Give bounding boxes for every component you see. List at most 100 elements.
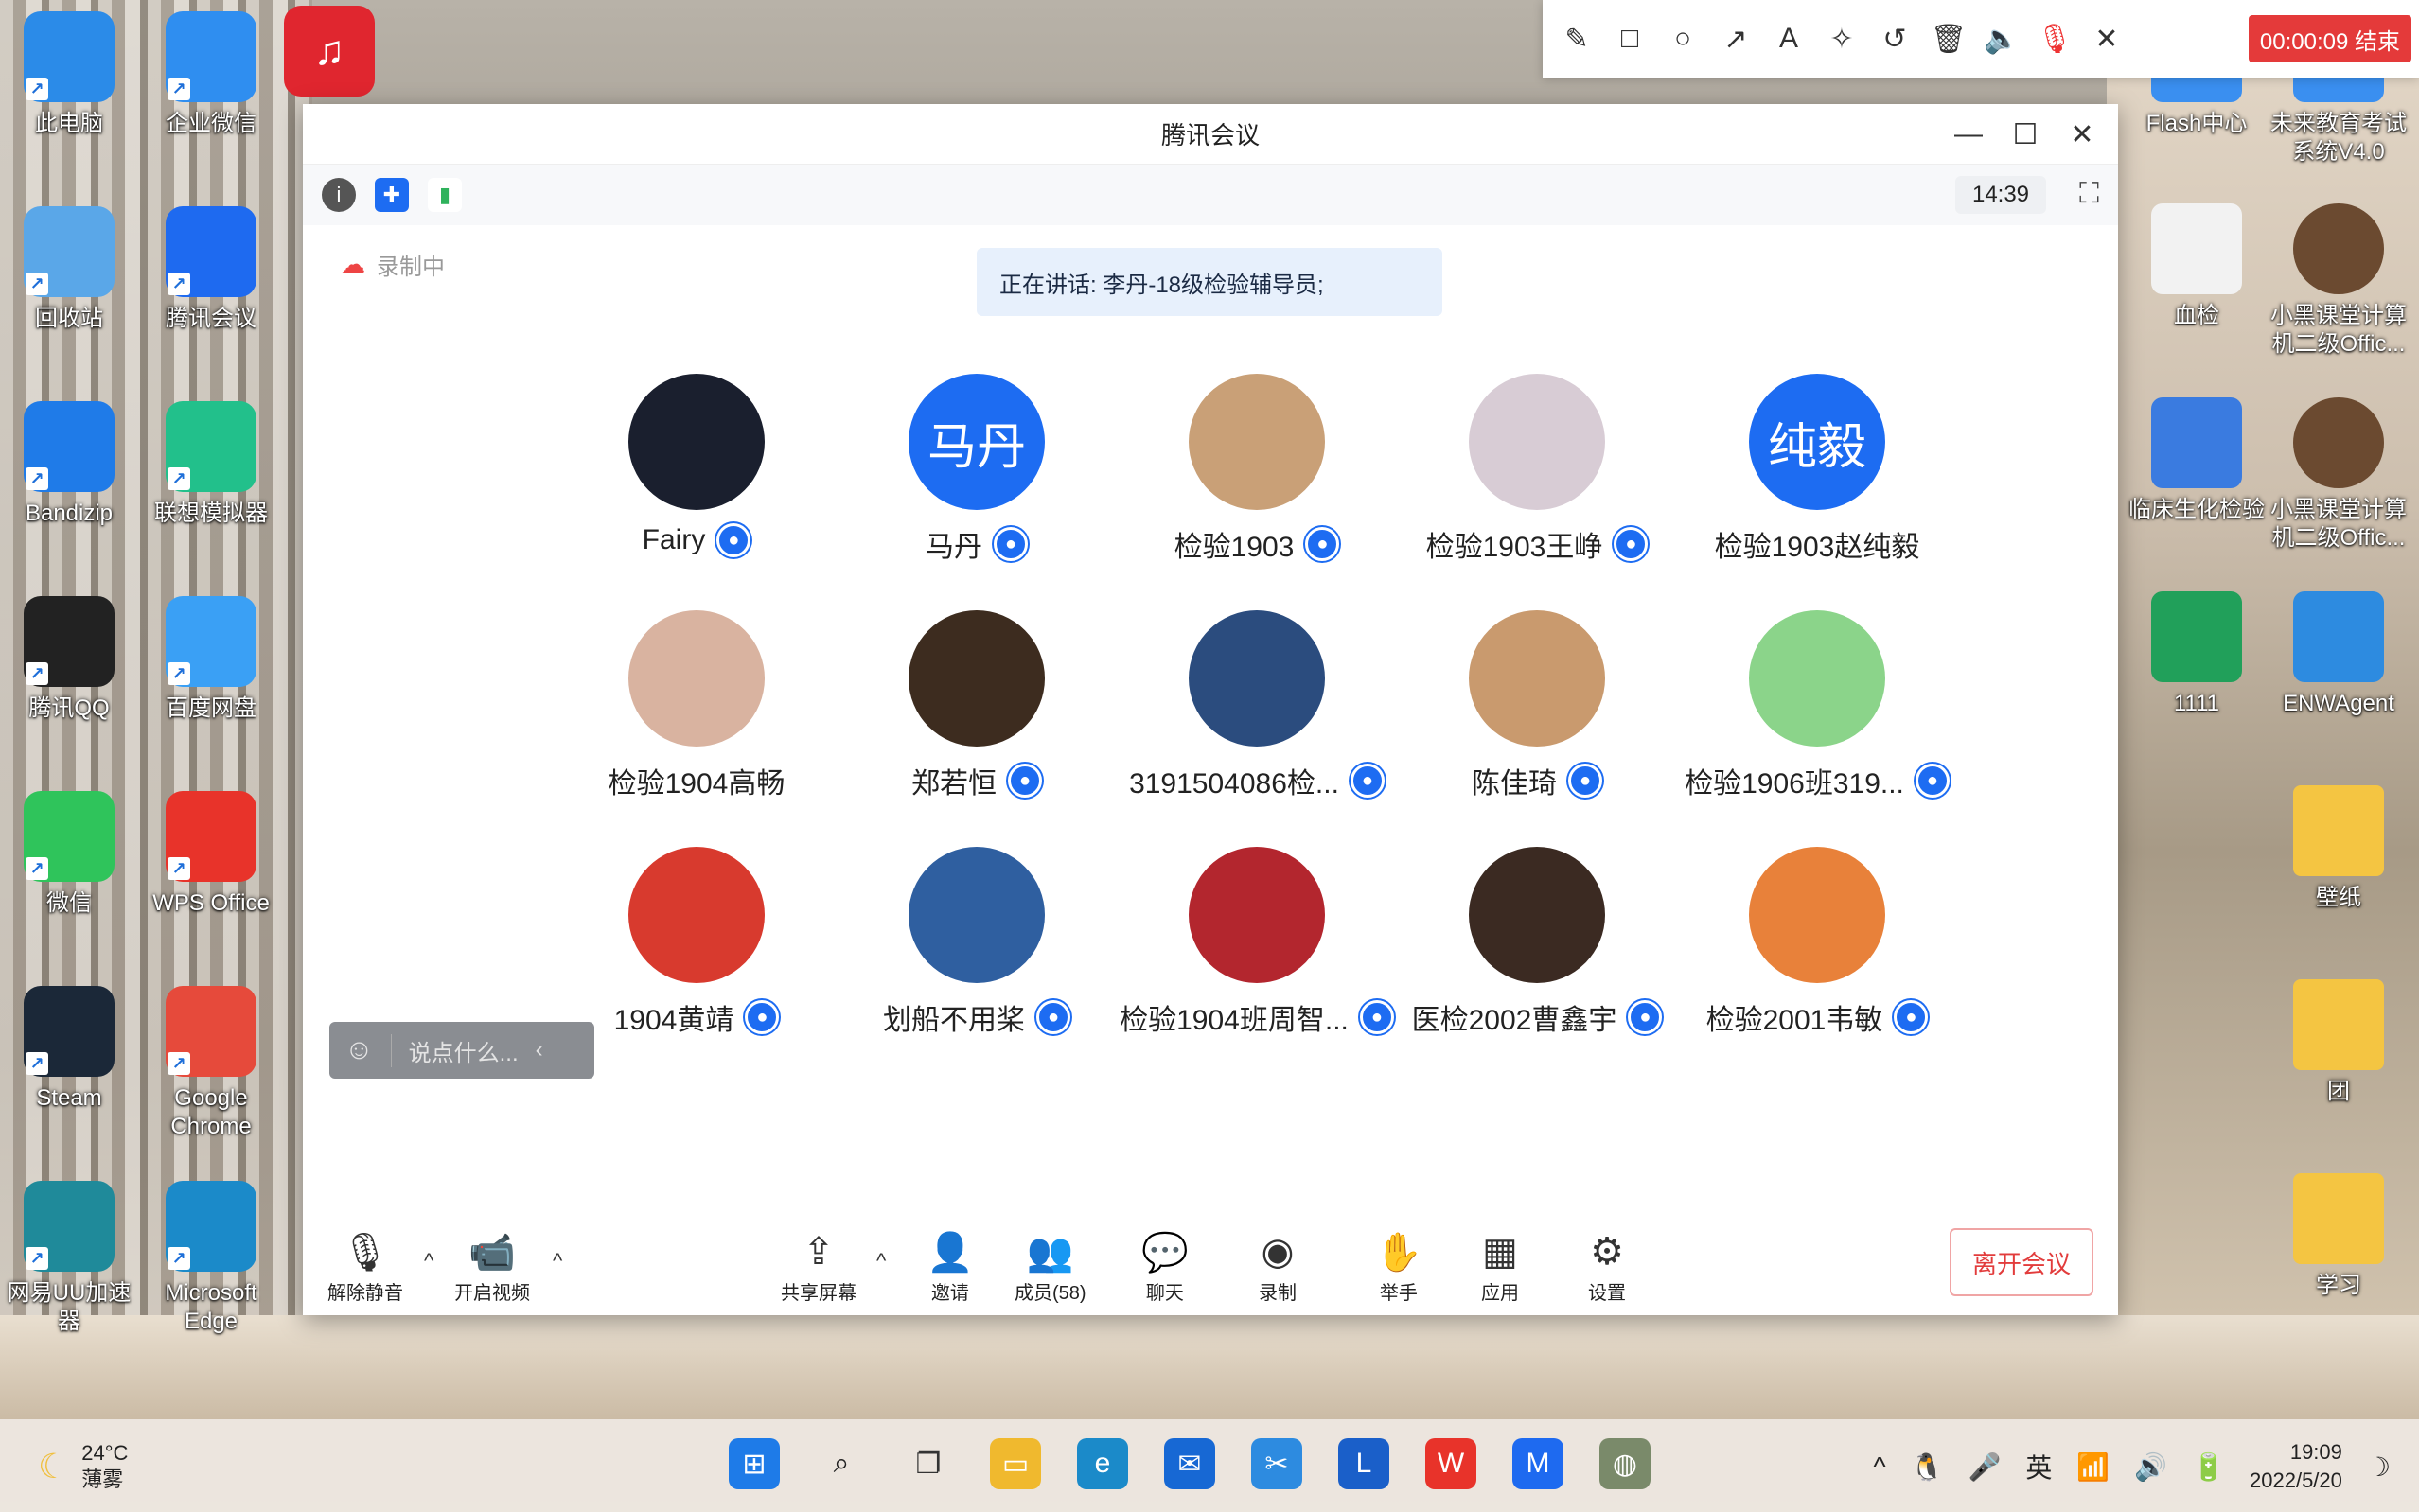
magic-wand-icon[interactable]: ✧ [1825, 23, 1859, 56]
circle-icon[interactable]: ○ [1666, 23, 1700, 55]
record-button[interactable]: ◉ 录制 [1259, 1230, 1297, 1305]
emoji-icon[interactable]: ☺ [344, 1034, 374, 1066]
fullscreen-icon[interactable]: ⛶ [2079, 178, 2099, 210]
share-screen-button[interactable]: ⇪ 共享屏幕 [781, 1230, 856, 1305]
desktop-icon-right-8[interactable]: 壁纸 [2268, 785, 2410, 912]
chat-button[interactable]: 💬 聊天 [1141, 1230, 1189, 1305]
desktop-icon-right-3[interactable]: 小黑课堂计算机二级Offic... [2268, 203, 2410, 359]
share-options-caret[interactable]: ^ [876, 1249, 886, 1274]
desktop-icon-1[interactable]: ↗ 企业微信 [140, 11, 282, 138]
desktop-icon-12[interactable]: ↗ 网易UU加速器 [0, 1181, 140, 1336]
desktop-icon-8[interactable]: ↗ 微信 [0, 791, 140, 918]
unmute-button[interactable]: 🎙 解除静音 [327, 1230, 403, 1305]
volume-icon[interactable]: 🔊 [2134, 1451, 2167, 1483]
participant-tile[interactable]: 3191504086检... ● [1117, 610, 1397, 847]
chevron-up-icon[interactable]: ^ [1873, 1451, 1885, 1482]
participant-tile[interactable]: 检验1904高畅 [556, 610, 837, 847]
settings-button[interactable]: ⚙ 设置 [1588, 1230, 1626, 1305]
participant-tile[interactable]: 检验1903王峥 ● [1397, 374, 1677, 610]
desktop-icon-5[interactable]: ↗ 联想模拟器 [140, 401, 282, 528]
windows-start-icon[interactable]: ⊞ [729, 1438, 780, 1489]
desktop-icon-10[interactable]: ↗ Steam [0, 986, 140, 1113]
clock[interactable]: 19:09 2022/5/20 [2250, 1438, 2342, 1495]
mail-icon[interactable]: ✉ [1164, 1438, 1215, 1489]
desktop-icon-0[interactable]: ↗ 此电脑 [0, 11, 140, 138]
weather-widget[interactable]: ☾ 24°C 薄雾 [38, 1440, 128, 1493]
arrow-icon[interactable]: ↗ [1719, 23, 1753, 56]
desktop-icon-right-9[interactable]: 团 [2268, 979, 2410, 1106]
desktop-icon-right-6[interactable]: 1111 [2126, 591, 2268, 718]
info-icon[interactable]: i [322, 178, 356, 212]
participant-tile[interactable]: 检验1903 ● [1117, 374, 1397, 610]
battery-icon[interactable]: 🔋 [2192, 1451, 2225, 1483]
close-icon[interactable]: ✕ [2090, 23, 2124, 56]
qq-tray-icon[interactable]: 🐧 [1911, 1451, 1944, 1483]
desktop-icon-right-7[interactable]: ENWAgent [2268, 591, 2410, 718]
meeting-titlebar[interactable]: 腾讯会议 — ☐ ✕ [303, 104, 2118, 165]
task-view-icon[interactable]: ❐ [903, 1438, 954, 1489]
edge-icon[interactable]: e [1077, 1438, 1128, 1489]
desktop-icon-right-5[interactable]: 小黑课堂计算机二级Offic... [2268, 397, 2410, 553]
weather-desc: 薄雾 [81, 1468, 124, 1491]
participant-tile[interactable]: 划船不用桨 ● [837, 847, 1117, 1083]
raise-hand-button[interactable]: ✋ 举手 [1375, 1230, 1422, 1305]
wps-icon[interactable]: W [1425, 1438, 1476, 1489]
desktop-icon-2[interactable]: ↗ 回收站 [0, 206, 140, 333]
pencil-icon[interactable]: ✎ [1560, 23, 1594, 56]
rectangle-icon[interactable]: □ [1613, 23, 1647, 55]
desktop-icon-4[interactable]: ↗ Bandizip [0, 401, 140, 528]
participant-tile[interactable]: 陈佳琦 ● [1397, 610, 1677, 847]
maximize-icon[interactable]: ☐ [2008, 118, 2042, 151]
desktop-icon-9[interactable]: ↗ WPS Office [140, 791, 282, 918]
speaker-icon[interactable]: 🔈 [1984, 23, 2019, 56]
undo-icon[interactable]: ↺ [1878, 23, 1912, 56]
close-icon[interactable]: ✕ [2065, 118, 2099, 151]
audio-options-caret[interactable]: ^ [424, 1249, 433, 1274]
participant-tile[interactable]: 检验1906班319... ● [1677, 610, 1957, 847]
desktop-icon-3[interactable]: ↗ 腾讯会议 [140, 206, 282, 333]
invite-button[interactable]: 👤 邀请 [927, 1230, 974, 1305]
participant-tile[interactable]: 纯毅 检验1903赵纯毅 [1677, 374, 1957, 610]
participant-tile[interactable]: 医检2002曹鑫宇 ● [1397, 847, 1677, 1083]
desktop-icon-7[interactable]: ↗ 百度网盘 [140, 596, 282, 723]
members-button[interactable]: 👥 成员(58) [1015, 1230, 1086, 1305]
desktop-icon-11[interactable]: ↗ Google Chrome [140, 986, 282, 1141]
recording-timer[interactable]: 00:00:09 结束 [2248, 15, 2411, 62]
participant-tile[interactable]: Fairy ● [556, 374, 837, 610]
participant-tile[interactable]: 马丹 马丹 ● [837, 374, 1117, 610]
snipping-tool-icon[interactable]: ✂ [1251, 1438, 1302, 1489]
chat-input[interactable]: ☺ 说点什么... ‹ [329, 1022, 594, 1079]
app-icon[interactable]: ◍ [1599, 1438, 1651, 1489]
desktop-icon-6[interactable]: ↗ 腾讯QQ [0, 596, 140, 723]
search-icon[interactable]: ⌕ [816, 1438, 867, 1489]
mic-muted-icon[interactable]: 🎙 [2037, 23, 2073, 56]
desktop-icon-right-10[interactable]: 学习 [2268, 1173, 2410, 1300]
desktop-icon-label: 小黑课堂计算机二级Offic... [2270, 497, 2407, 551]
apps-button[interactable]: ▦ 应用 [1481, 1230, 1519, 1305]
tencent-meeting-icon[interactable]: M [1512, 1438, 1563, 1489]
leave-meeting-button[interactable]: 离开会议 [1950, 1228, 2093, 1296]
trash-icon[interactable]: 🗑 [1931, 23, 1967, 56]
minimize-icon[interactable]: — [1951, 118, 1986, 150]
lenovo-vantage-icon[interactable]: L [1338, 1438, 1389, 1489]
collapse-icon[interactable]: ‹ [536, 1037, 543, 1064]
desktop-icon-right-2[interactable]: 血检 [2126, 203, 2268, 330]
participant-tile[interactable]: 检验1904班周智... ● [1117, 847, 1397, 1083]
shield-icon[interactable]: ✚ [375, 178, 409, 212]
notification-icon[interactable]: ☽ [2367, 1451, 2391, 1483]
file-explorer-icon[interactable]: ▭ [990, 1438, 1041, 1489]
microphone-icon[interactable]: 🎤 [1969, 1451, 2002, 1483]
participant-tile[interactable]: 检验2001韦敏 ● [1677, 847, 1957, 1083]
wifi-icon[interactable]: 📶 [2076, 1451, 2110, 1483]
participant-tile[interactable]: 1904黄靖 ● [556, 847, 837, 1083]
signal-icon[interactable]: ▮ [428, 178, 462, 212]
video-options-caret[interactable]: ^ [553, 1249, 562, 1274]
ime-indicator[interactable]: 英 [2025, 1448, 2052, 1486]
participant-tile[interactable]: 郑若恒 ● [837, 610, 1117, 847]
text-icon[interactable]: A [1772, 23, 1806, 55]
start-video-button[interactable]: 📹 开启视频 [454, 1230, 530, 1305]
desktop-icon-13[interactable]: ↗ Microsoft Edge [140, 1181, 282, 1336]
desktop-icon-right-4[interactable]: 临床生化检验 [2126, 397, 2268, 524]
mic-icon: ● [1036, 1000, 1070, 1034]
desktop-icon-netease-music[interactable]: ♫ [284, 6, 375, 97]
